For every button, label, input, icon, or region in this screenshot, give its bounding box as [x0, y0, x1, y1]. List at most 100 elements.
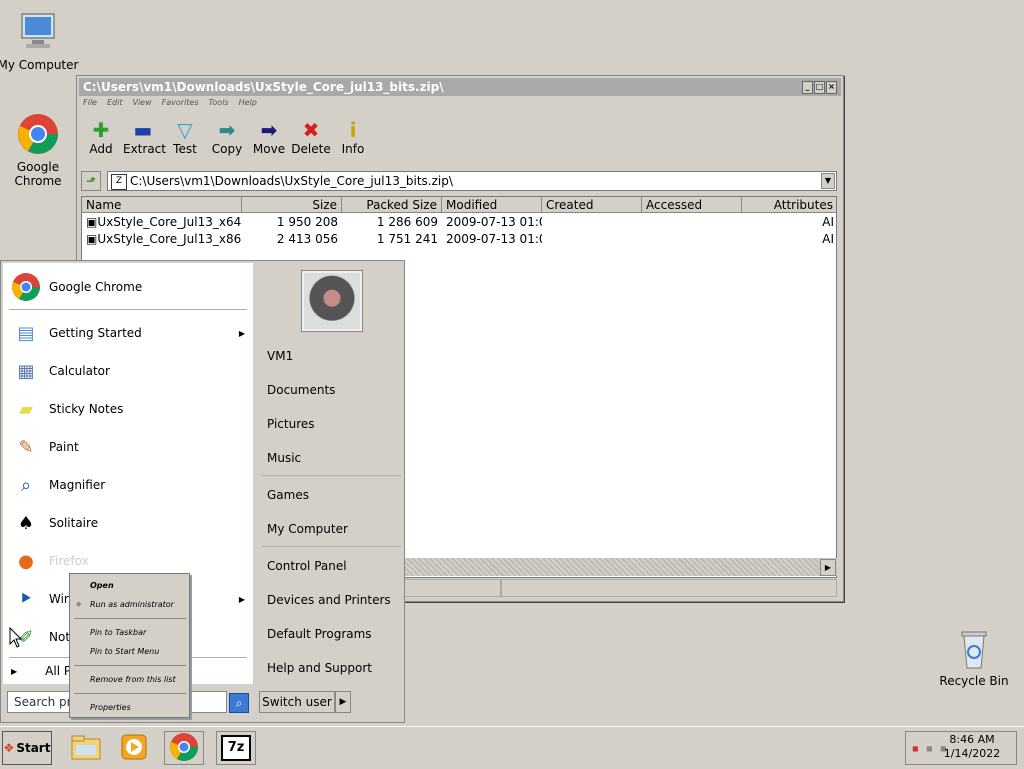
start-link-documents[interactable]: Documents	[267, 383, 335, 397]
taskbar-7zip[interactable]: 7z	[216, 731, 256, 765]
address-bar: ⬏ Z C:\Users\vm1\Downloads\UxStyle_Core_…	[81, 170, 837, 192]
file-list-header: Name Size Packed Size Modified Created A…	[82, 197, 836, 213]
magnifier-icon: ⌕	[20, 474, 32, 496]
context-remove-from-list[interactable]: Remove from this list	[90, 675, 176, 684]
start-link-my-computer[interactable]: My Computer	[267, 522, 348, 536]
file-row[interactable]: ▣UxStyle_Core_Jul13_x86... 2 413 056 1 7…	[82, 231, 836, 248]
context-open[interactable]: Open	[90, 581, 114, 590]
msi-file-icon: ▣	[86, 215, 98, 229]
window-titlebar[interactable]: C:\Users\vm1\Downloads\UxStyle_Core_jul1…	[79, 78, 841, 96]
context-separator	[74, 693, 186, 694]
desktop-icon-my-computer[interactable]: My Computer	[0, 10, 83, 72]
address-field[interactable]: Z C:\Users\vm1\Downloads\UxStyle_Core_ju…	[107, 171, 837, 191]
start-link-devices-and-printers[interactable]: Devices and Printers	[267, 593, 391, 607]
paint-icon: ✎	[18, 436, 34, 458]
start-menu-separator	[261, 546, 401, 547]
start-item-solitaire[interactable]: ♠ Solitaire	[11, 505, 249, 541]
user-picture[interactable]	[302, 271, 362, 331]
menu-edit[interactable]: Edit	[107, 98, 123, 114]
clock[interactable]: 8:46 AM 1/14/2022	[932, 733, 1012, 761]
calculator-icon: ▦	[17, 360, 35, 382]
file-modified: 2009-07-13 01:07	[446, 232, 542, 246]
firefox-icon: ●	[18, 550, 34, 572]
start-link-default-programs[interactable]: Default Programs	[267, 627, 372, 641]
column-modified[interactable]: Modified	[442, 197, 542, 213]
start-item-calculator[interactable]: ▦ Calculator	[11, 353, 249, 389]
start-item-paint[interactable]: ✎ Paint	[11, 429, 249, 465]
getting-started-icon: ▤	[17, 322, 35, 344]
file-modified: 2009-07-13 01:09	[446, 215, 542, 229]
context-pin-to-taskbar[interactable]: Pin to Taskbar	[90, 628, 146, 637]
start-item-sticky-notes[interactable]: ▰ Sticky Notes	[11, 391, 249, 427]
file-accessed	[642, 214, 742, 231]
start-link-control-panel[interactable]: Control Panel	[267, 559, 347, 573]
menu-tools[interactable]: Tools	[209, 98, 229, 114]
start-item-getting-started[interactable]: ▤ Getting Started ▶	[11, 315, 249, 351]
start-link-vm1[interactable]: VM1	[267, 349, 293, 363]
file-packed-size: 1 751 241	[376, 232, 438, 246]
column-created[interactable]: Created	[542, 197, 642, 213]
column-attributes[interactable]: Attributes	[742, 197, 836, 213]
menu-favorites[interactable]: Favorites	[162, 98, 199, 114]
menu-view[interactable]: View	[132, 98, 151, 114]
menu-file[interactable]: File	[83, 98, 97, 114]
shield-icon: ◆	[76, 600, 82, 608]
menu-help[interactable]: Help	[239, 98, 257, 114]
start-menu: Google Chrome ▤ Getting Started ▶ ▦ Calc…	[0, 260, 405, 723]
file-size: 1 950 208	[276, 215, 338, 229]
delete-button[interactable]: ✖ Delete	[291, 118, 331, 166]
start-link-pictures[interactable]: Pictures	[267, 417, 315, 431]
close-button[interactable]: ×	[826, 81, 837, 94]
file-attributes: AI	[822, 232, 834, 246]
context-pin-to-start-menu[interactable]: Pin to Start Menu	[90, 647, 159, 656]
tray-icon[interactable]: ◼	[912, 744, 919, 753]
column-name[interactable]: Name	[82, 197, 242, 213]
start-item-google-chrome[interactable]: Google Chrome	[11, 269, 249, 305]
start-link-games[interactable]: Games	[267, 488, 309, 502]
start-menu-separator	[261, 475, 401, 476]
start-link-help-and-support[interactable]: Help and Support	[267, 661, 372, 675]
context-run-as-administrator[interactable]: Run as administrator	[90, 600, 174, 609]
start-button[interactable]: ❖ Start	[2, 731, 52, 765]
shutdown-options-arrow[interactable]: ▶	[335, 691, 351, 713]
submenu-arrow-icon: ▶	[238, 594, 245, 604]
move-button[interactable]: ➡ Move	[249, 118, 289, 166]
column-accessed[interactable]: Accessed	[642, 197, 742, 213]
context-properties[interactable]: Properties	[90, 703, 131, 712]
mouse-cursor-icon	[9, 627, 23, 648]
desktop-icon-label: Recycle Bin	[939, 674, 1009, 688]
copy-button[interactable]: ➡ Copy	[207, 118, 247, 166]
7zip-icon: 7z	[221, 735, 251, 761]
minimize-button[interactable]: _	[802, 81, 813, 94]
file-name: ▣UxStyle_Core_Jul13_x64...	[86, 215, 242, 229]
recycle-bin-icon	[952, 626, 996, 670]
test-button[interactable]: ▽ Test	[165, 118, 205, 166]
start-link-music[interactable]: Music	[267, 451, 301, 465]
up-folder-button[interactable]: ⬏	[81, 171, 101, 191]
clock-time: 8:46 AM	[949, 733, 995, 746]
taskbar-chrome[interactable]	[164, 731, 204, 765]
scroll-right-arrow[interactable]: ▶	[820, 559, 836, 576]
address-dropdown-button[interactable]: ▼	[821, 173, 835, 189]
add-button[interactable]: ✚ Add	[81, 118, 121, 166]
move-icon: ➡	[260, 118, 278, 142]
file-name: ▣UxStyle_Core_Jul13_x86...	[86, 232, 242, 246]
search-icon[interactable]: ⌕	[229, 693, 249, 713]
column-size[interactable]: Size	[242, 197, 342, 213]
start-menu-places: VM1 Documents Pictures Music Games My Co…	[257, 263, 403, 684]
maximize-button[interactable]: □	[814, 81, 825, 94]
desktop-icon-recycle-bin[interactable]: Recycle Bin	[929, 626, 1019, 688]
start-menu-separator	[9, 309, 247, 310]
extract-button[interactable]: ▬ Extract	[123, 118, 166, 166]
taskbar-explorer[interactable]	[66, 731, 106, 765]
taskbar-media-player[interactable]	[114, 731, 154, 765]
info-button[interactable]: i Info	[333, 118, 373, 166]
switch-user-button[interactable]: Switch user	[259, 691, 335, 713]
column-packed-size[interactable]: Packed Size	[342, 197, 442, 213]
desktop-icon-label: Google Chrome	[14, 160, 62, 188]
start-item-magnifier[interactable]: ⌕ Magnifier	[11, 467, 249, 503]
context-menu: Open ◆ Run as administrator Pin to Taskb…	[69, 573, 190, 718]
file-row[interactable]: ▣UxStyle_Core_Jul13_x64... 1 950 208 1 2…	[82, 214, 836, 231]
desktop-icon-google-chrome[interactable]: Google Chrome	[0, 112, 83, 188]
solitaire-icon: ♠	[17, 512, 35, 534]
